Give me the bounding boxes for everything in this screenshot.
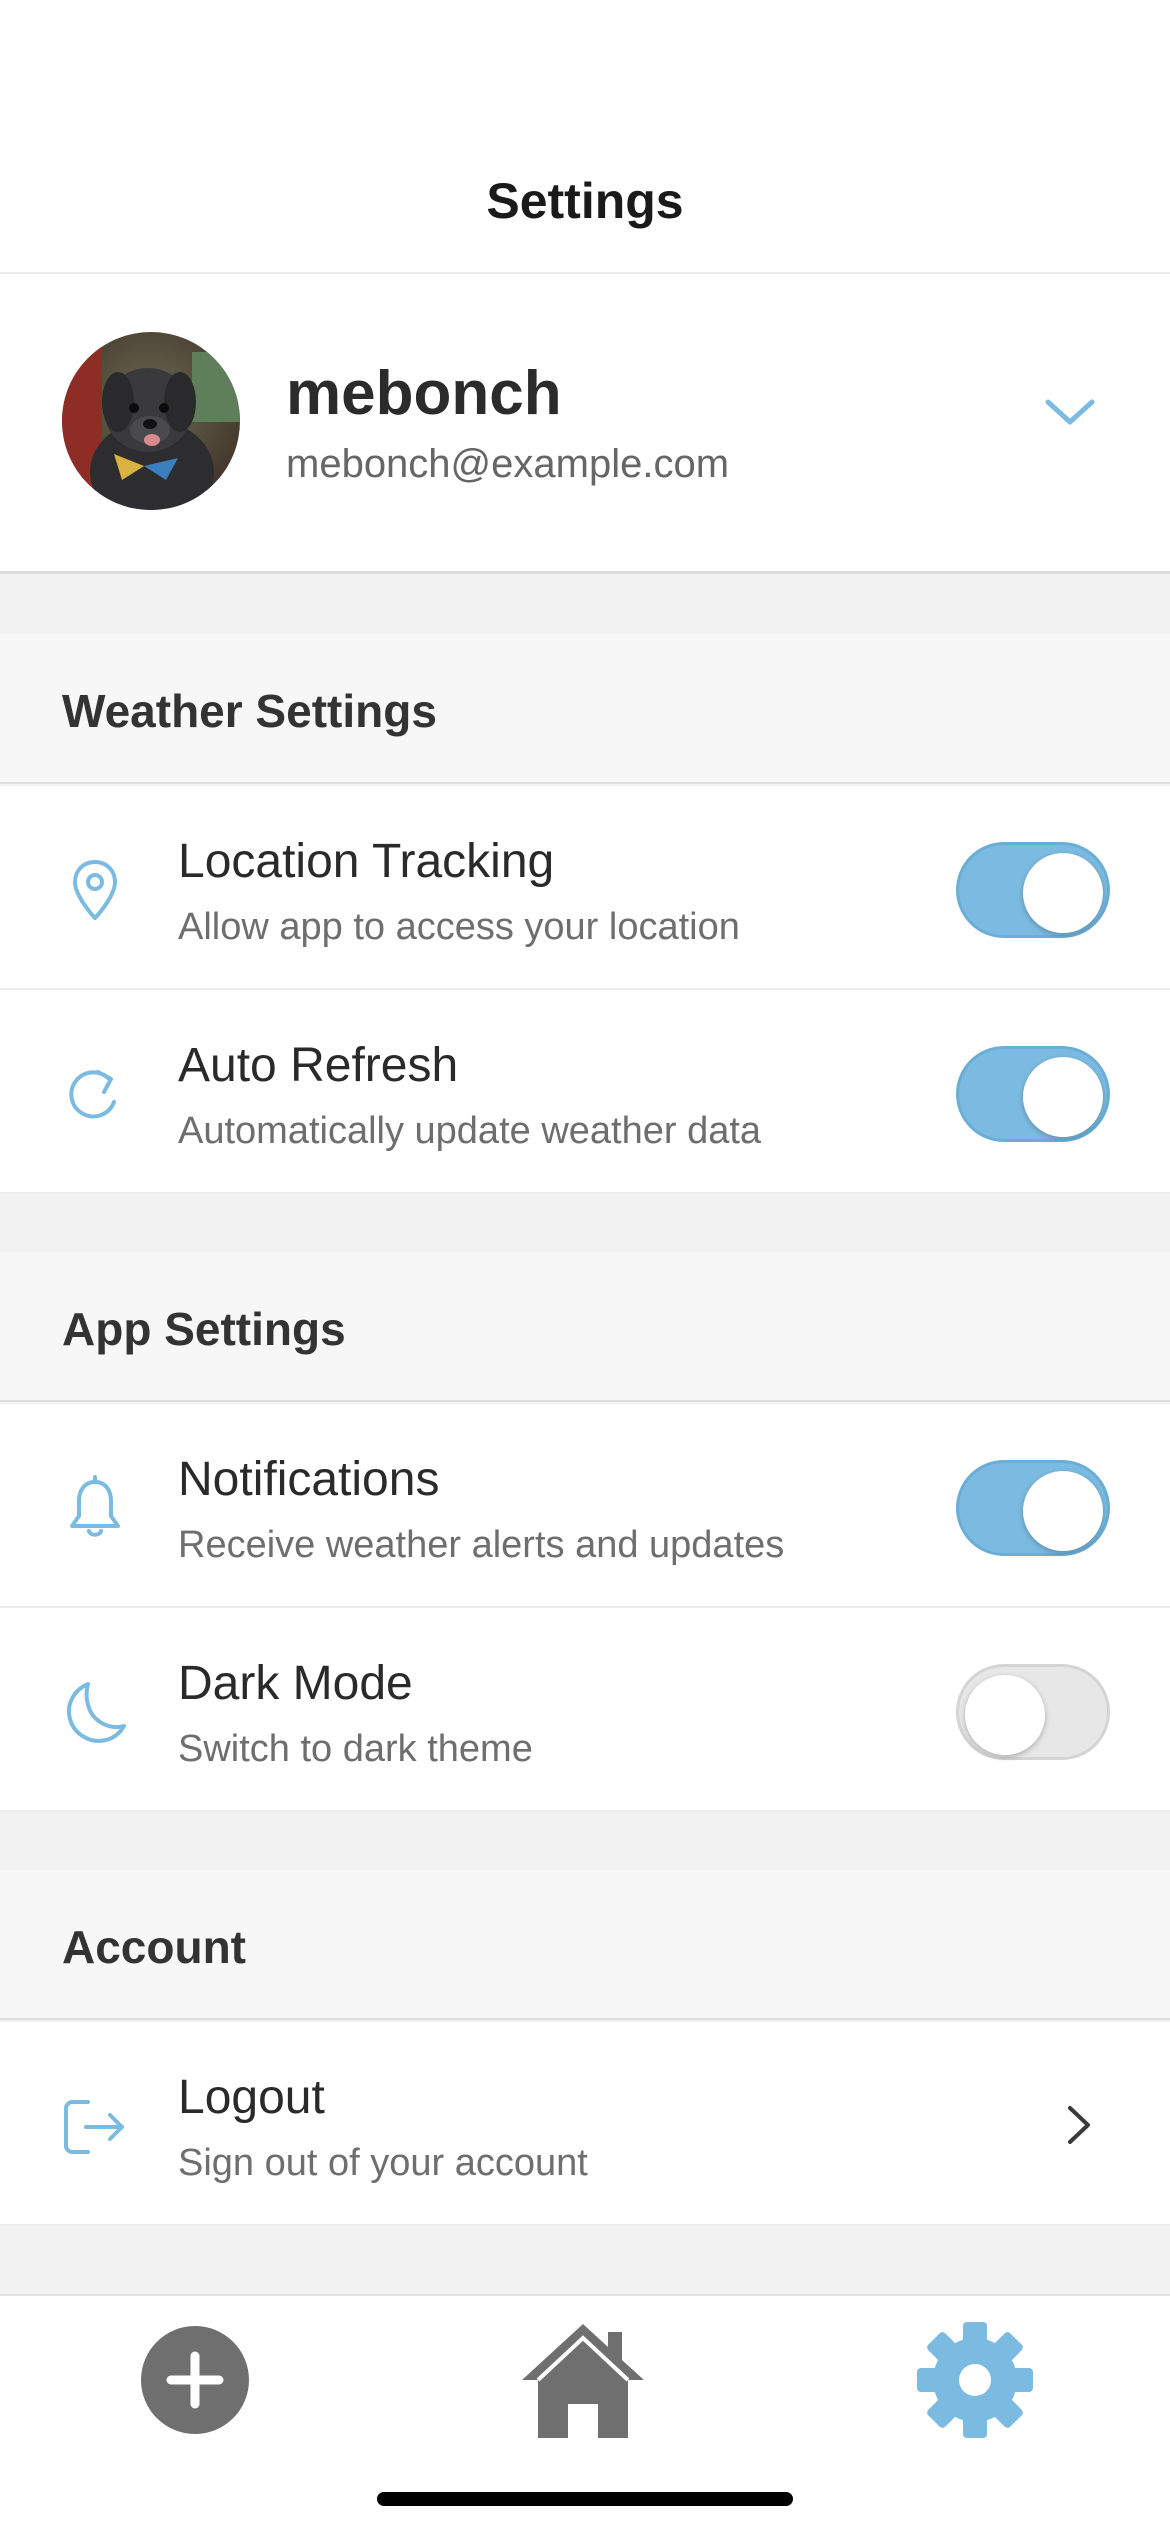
settings-screen: Settings mebonch mebonch@example.com Wea… — [0, 0, 1170, 2532]
toggle-knob — [965, 1675, 1045, 1755]
location-tracking-toggle[interactable] — [956, 842, 1110, 938]
setting-title: Dark Mode — [178, 1657, 413, 1710]
bell-icon — [70, 1475, 120, 1537]
tab-add[interactable] — [130, 2310, 260, 2450]
header: Settings — [0, 0, 1170, 274]
setting-subtitle: Switch to dark theme — [178, 1728, 533, 1770]
toggle-knob — [1023, 1471, 1103, 1551]
setting-title: Notifications — [178, 1453, 440, 1506]
setting-title: Auto Refresh — [178, 1039, 459, 1092]
section-header-account: Account — [0, 1870, 1170, 2020]
setting-subtitle: Automatically update weather data — [178, 1110, 762, 1152]
section-title: App Settings — [62, 1303, 346, 1355]
setting-title: Location Tracking — [178, 835, 555, 888]
section-title: Weather Settings — [62, 685, 437, 737]
section-header-weather-settings: Weather Settings — [0, 634, 1170, 784]
setting-row-dark-mode[interactable]: Dark Mode Switch to dark theme — [0, 1608, 1170, 1812]
plus-circle-icon — [141, 2326, 249, 2434]
setting-subtitle: Allow app to access your location — [178, 906, 740, 948]
tab-bar — [0, 2294, 1170, 2532]
dark-mode-toggle[interactable] — [956, 1664, 1110, 1760]
notifications-toggle[interactable] — [956, 1460, 1110, 1556]
profile-name: mebonch — [286, 359, 562, 428]
gear-icon — [917, 2322, 1033, 2438]
page-title: Settings — [486, 173, 684, 229]
auto-refresh-toggle[interactable] — [956, 1046, 1110, 1142]
chevron-right-icon — [1068, 2106, 1090, 2144]
setting-title: Logout — [178, 2071, 325, 2124]
section-title: Account — [62, 1921, 246, 1973]
home-indicator — [377, 2492, 793, 2506]
setting-subtitle: Receive weather alerts and updates — [178, 1524, 785, 1566]
setting-row-notifications[interactable]: Notifications Receive weather alerts and… — [0, 1404, 1170, 1608]
chevron-down-icon[interactable] — [1040, 392, 1100, 432]
section-header-app-settings: App Settings — [0, 1252, 1170, 1402]
logout-icon — [64, 2100, 124, 2154]
refresh-icon — [69, 1070, 116, 1119]
toggle-knob — [1023, 853, 1103, 933]
toggle-knob — [1023, 1057, 1103, 1137]
avatar — [62, 332, 240, 510]
moon-icon — [67, 1682, 126, 1743]
tab-settings[interactable] — [910, 2310, 1040, 2450]
profile-email: mebonch@example.com — [286, 442, 730, 486]
setting-row-location-tracking[interactable]: Location Tracking Allow app to access yo… — [0, 786, 1170, 990]
tab-home[interactable] — [518, 2310, 648, 2450]
home-icon — [522, 2324, 644, 2438]
profile-card[interactable]: mebonch mebonch@example.com — [0, 274, 1170, 574]
setting-row-logout[interactable]: Logout Sign out of your account — [0, 2022, 1170, 2226]
setting-subtitle: Sign out of your account — [178, 2142, 588, 2184]
setting-row-auto-refresh[interactable]: Auto Refresh Automatically update weathe… — [0, 990, 1170, 1194]
location-pin-icon — [73, 860, 117, 920]
